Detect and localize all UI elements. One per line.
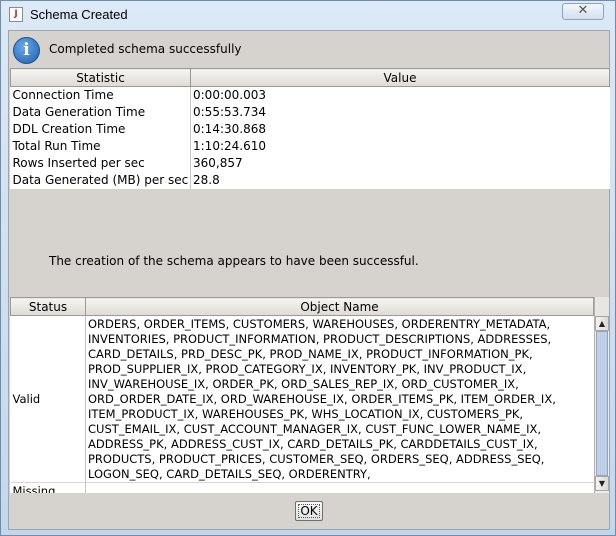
objects-table: Status Object Name Valid ORDERS, ORDER_I…	[10, 297, 594, 493]
table-row[interactable]: Total Run Time 1:10:24.610	[10, 138, 610, 155]
status-message: Completed schema successfully	[49, 42, 242, 56]
statistic-value: 28.8	[193, 173, 220, 187]
status-cell: Missing	[10, 482, 86, 493]
object-names-line: ORD_ORDER_DATE_IX, ORD_WAREHOUSE_IX, ORD…	[88, 391, 556, 406]
statistic-name: Connection Time	[10, 86, 191, 104]
objects-header-row: Status Object Name	[10, 297, 594, 316]
column-header-status[interactable]: Status	[10, 297, 86, 316]
scroll-down-button[interactable]: ▼	[595, 476, 609, 491]
statistic-value: 0:14:30.868	[193, 122, 266, 136]
summary-message: The creation of the schema appears to ha…	[49, 254, 419, 268]
table-row[interactable]: DDL Creation Time 0:14:30.868	[10, 121, 610, 138]
scroll-thumb[interactable]	[596, 331, 608, 476]
object-names-line: PRODUCTS, PRODUCT_PRICES, CUSTOMER_SEQ, …	[88, 451, 545, 466]
statistic-name: Data Generated (MB) per sec	[10, 172, 191, 189]
table-row[interactable]: Connection Time 0:00:00.003	[10, 86, 610, 104]
statistic-name: Total Run Time	[10, 138, 191, 155]
dialog-window: J Schema Created ✕ i Completed schema su…	[0, 0, 616, 536]
statistic-name: DDL Creation Time	[10, 121, 191, 138]
dialog-content: i Completed schema successfully Statisti…	[8, 30, 610, 530]
scroll-up-button[interactable]: ▲	[595, 316, 609, 331]
object-names-cell	[86, 483, 594, 494]
object-names-line: INV_WAREHOUSE_IX, ORDER_PK, ORD_SALES_RE…	[88, 376, 519, 391]
statistic-value: 0:55:53.734	[193, 105, 266, 119]
table-row[interactable]: Valid ORDERS, ORDER_ITEMS, CUSTOMERS, WA…	[10, 315, 594, 483]
object-names-line: ITEM_PRODUCT_IX, WAREHOUSES_PK, WHS_LOCA…	[88, 406, 524, 421]
chevron-down-icon: ▼	[598, 479, 606, 488]
window-title: Schema Created	[30, 7, 128, 22]
scroll-corner	[594, 297, 609, 316]
statistics-header-row: Statistic Value	[10, 68, 610, 87]
object-names-line: PROD_SUPPLIER_IX, PROD_CATEGORY_IX, INVE…	[88, 361, 527, 376]
statistics-table: Statistic Value Connection Time 0:00:00.…	[10, 68, 610, 189]
column-header-object-name[interactable]: Object Name	[85, 297, 594, 316]
java-app-icon: J	[9, 7, 23, 22]
ok-button[interactable]: OK	[295, 501, 323, 521]
objects-scroll-pane[interactable]: Status Object Name Valid ORDERS, ORDER_I…	[10, 297, 609, 493]
statistic-value: 1:10:24.610	[193, 139, 266, 153]
column-header-value[interactable]: Value	[190, 68, 610, 87]
table-row[interactable]: Data Generated (MB) per sec 28.8	[10, 172, 610, 189]
object-names-line: CUST_EMAIL_IX, CUST_ACCOUNT_MANAGER_IX, …	[88, 421, 542, 436]
object-names-line: INVENTORIES, PRODUCT_INFORMATION, PRODUC…	[88, 331, 552, 346]
object-names-line: LOGON_SEQ, CARD_DETAILS_SEQ, ORDERENTRY,	[88, 466, 371, 481]
object-names-line: CARD_DETAILS, PRD_DESC_PK, PROD_NAME_IX,…	[88, 346, 533, 361]
object-names-line: ADDRESS_PK, ADDRESS_CUST_IX, CARD_DETAIL…	[88, 436, 538, 451]
info-icon: i	[13, 37, 40, 64]
title-bar[interactable]: J Schema Created ✕	[1, 1, 615, 29]
chevron-up-icon: ▲	[598, 319, 606, 328]
statistic-value: 0:00:00.003	[193, 88, 266, 102]
object-names-line: ORDERS, ORDER_ITEMS, CUSTOMERS, WAREHOUS…	[88, 316, 551, 331]
table-row[interactable]: Missing	[10, 482, 594, 494]
statistic-name: Rows Inserted per sec	[10, 155, 191, 172]
table-row[interactable]: Data Generation Time 0:55:53.734	[10, 104, 610, 121]
statistic-value: 360,857	[193, 156, 243, 170]
column-header-statistic[interactable]: Statistic	[10, 68, 191, 87]
table-row[interactable]: Rows Inserted per sec 360,857	[10, 155, 610, 172]
vertical-scrollbar[interactable]: ▲ ▼	[594, 316, 609, 493]
close-button[interactable]: ✕	[562, 3, 604, 20]
status-cell: Valid	[10, 315, 86, 483]
close-icon: ✕	[577, 3, 589, 18]
statistic-name: Data Generation Time	[10, 104, 191, 121]
object-names-cell: ORDERS, ORDER_ITEMS, CUSTOMERS, WAREHOUS…	[86, 316, 594, 483]
